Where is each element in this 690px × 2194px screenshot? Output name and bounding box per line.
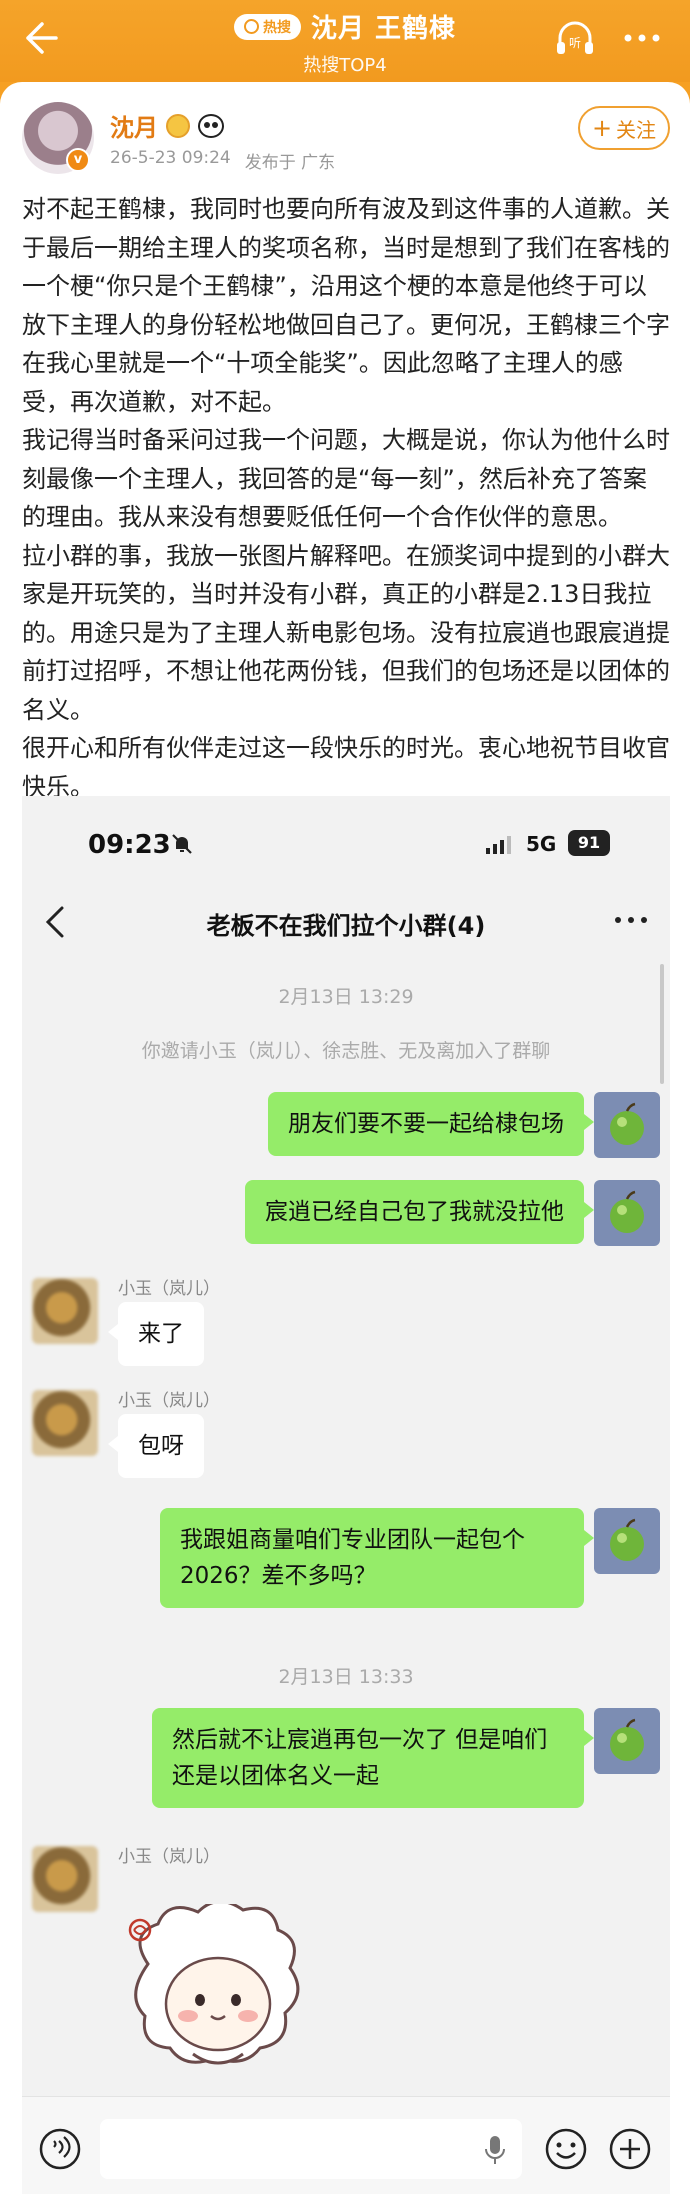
chat-screenshot-image[interactable]: 09:23 5G 91 老板不在我们拉个小群(4) 2月13日 13:29 你邀… <box>22 796 670 2194</box>
phone-status-bar: 09:23 5G 91 <box>22 796 670 878</box>
hot-search-badge: 热搜 <box>233 13 301 40</box>
chat-bubble-me[interactable]: 朋友们要不要一起给棣包场 <box>268 1092 594 1156</box>
plus-circle-icon[interactable] <box>608 2127 652 2171</box>
post-card: v 沈月 26-5-23 09:24 发布于 广东 + 关注 对不起王鹤棣，我同… <box>0 82 690 2194</box>
more-options-icon[interactable] <box>622 26 662 50</box>
chat-title: 老板不在我们拉个小群(4) <box>206 912 486 940</box>
sender-name: 小玉（岚儿） <box>118 1391 220 1411</box>
sheep-sticker-icon[interactable] <box>118 1904 318 2094</box>
chat-timestamp: 2月13日 13:33 <box>278 1666 414 1688</box>
apple-icon <box>610 1718 644 1761</box>
verified-badge-icon: v <box>66 148 90 172</box>
system-message: 你邀请小玉（岚儿）、徐志胜、无及离加入了群聊 <box>141 1040 551 1062</box>
post-location: 发布于 广东 <box>244 153 336 173</box>
my-avatar[interactable] <box>594 1508 660 1574</box>
more-options-icon[interactable] <box>614 912 648 928</box>
chat-bubble-other[interactable]: 包呀 <box>108 1414 204 1478</box>
author-name[interactable]: 沈月 <box>110 108 158 143</box>
battery-level: 91 <box>568 830 610 856</box>
chat-header: 老板不在我们拉个小群(4) <box>22 878 670 964</box>
chat-bubble-other[interactable]: 来了 <box>108 1302 204 1366</box>
network-label: 5G <box>526 832 557 856</box>
chat-timestamp: 2月13日 13:29 <box>278 986 414 1008</box>
post-text: 对不起王鹤棣，我同时也要向所有波及到这件事的人道歉。关于最后一期给主理人的奖项名… <box>22 190 670 806</box>
contact-avatar[interactable] <box>32 1278 98 1344</box>
listen-icon[interactable]: 听 <box>552 16 598 62</box>
medal-icon <box>166 113 190 138</box>
message-input[interactable] <box>100 2119 522 2179</box>
apple-icon <box>610 1518 644 1561</box>
author-name-row: 沈月 <box>110 108 224 143</box>
contact-avatar[interactable] <box>32 1846 98 1912</box>
page-title: 沈月 王鹤棣 <box>310 14 457 44</box>
chat-input-bar <box>22 2096 670 2194</box>
my-avatar[interactable] <box>594 1708 660 1774</box>
post-paragraph: 拉小群的事，我放一张图片解释吧。在颁奖词中提到的小群大家是开玩笑的，当时并没有小… <box>22 541 670 724</box>
apple-icon <box>610 1190 644 1233</box>
contact-avatar[interactable] <box>32 1390 98 1456</box>
mute-bell-icon <box>172 834 192 854</box>
sender-name: 小玉（岚儿） <box>118 1279 220 1299</box>
my-avatar[interactable] <box>594 1092 660 1158</box>
chat-bubble-me[interactable]: 我跟姐商量咱们专业团队一起包个2026？差不多吗？ <box>160 1508 594 1608</box>
top-bar: 热搜 沈月 王鹤棣 热搜TOP4 听 <box>0 0 690 82</box>
plus-icon: + <box>591 114 613 142</box>
panda-icon <box>198 113 224 138</box>
post-date: 26-5-23 09:24 <box>110 148 231 168</box>
sender-name: 小玉（岚儿） <box>118 1847 220 1867</box>
follow-button[interactable]: + 关注 <box>578 106 670 150</box>
chat-bubble-me[interactable]: 然后就不让宸逍再包一次了 但是咱们还是以团体名义一起 <box>152 1708 594 1808</box>
svg-text:听: 听 <box>569 36 581 50</box>
search-icon <box>243 19 259 34</box>
post-meta: 26-5-23 09:24 发布于 广东 <box>110 148 335 173</box>
emoji-icon[interactable] <box>544 2127 588 2171</box>
my-avatar[interactable] <box>594 1180 660 1246</box>
post-paragraph: 很开心和所有伙伴走过这一段快乐的时光。衷心地祝节目收官快乐。 <box>22 734 670 801</box>
signal-icon <box>486 836 511 854</box>
post-paragraph: 我记得当时备采问过我一个问题，大概是说，你认为他什么时刻最像一个主理人，我回答的… <box>22 426 670 531</box>
voice-icon[interactable] <box>38 2127 82 2171</box>
post-paragraph: 对不起王鹤棣，我同时也要向所有波及到这件事的人道歉。关于最后一期给主理人的奖项名… <box>22 195 670 416</box>
apple-icon <box>610 1102 644 1145</box>
microphone-icon[interactable] <box>484 2135 506 2165</box>
status-time: 09:23 <box>88 830 171 860</box>
chat-bubble-me[interactable]: 宸逍已经自己包了我就没拉他 <box>245 1180 594 1244</box>
